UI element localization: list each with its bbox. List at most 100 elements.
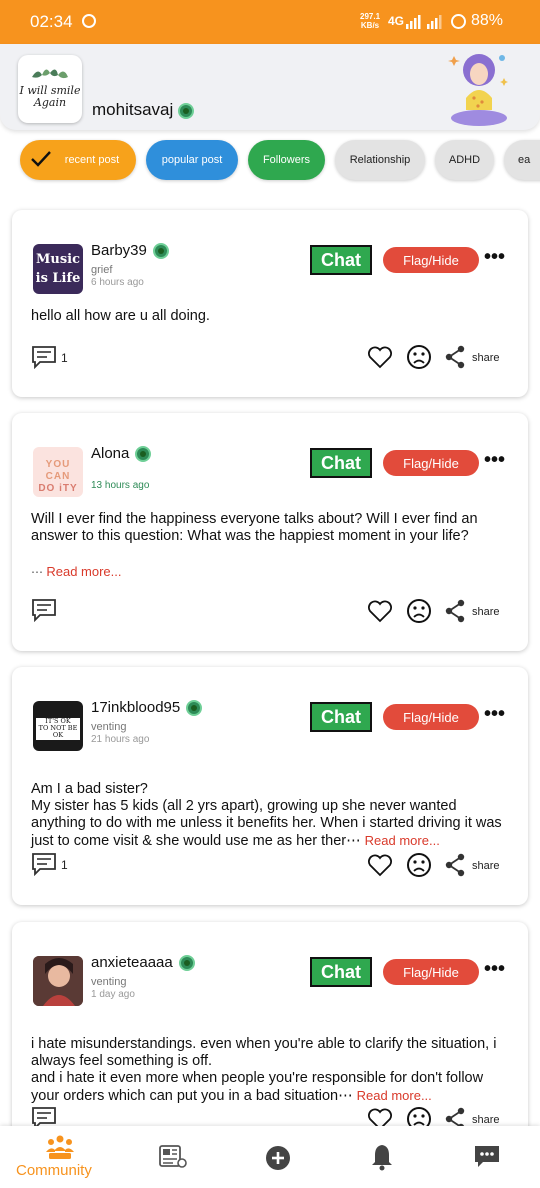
username-text: Barby39 xyxy=(91,242,147,259)
flag-hide-button[interactable]: Flag/Hide xyxy=(383,450,479,476)
chat-button[interactable]: Chat xyxy=(310,957,372,987)
post-card[interactable]: YOU CAN DO iTY Alona 13 hours ago Chat F… xyxy=(12,413,528,651)
post-body[interactable]: Am I a bad sister? My sister has 5 kids … xyxy=(31,764,511,850)
avatar-text-2: is Life xyxy=(35,271,81,286)
share-icon[interactable] xyxy=(444,345,466,369)
logo-text: I will smile Again xyxy=(18,85,82,109)
comment-icon[interactable] xyxy=(31,852,57,876)
post-card[interactable]: anxieteaaaa venting 1 day ago Chat Flag/… xyxy=(12,922,528,1152)
flag-hide-button[interactable]: Flag/Hide xyxy=(383,959,479,985)
username-text: Alona xyxy=(91,445,130,462)
chat-icon xyxy=(475,1146,499,1167)
app-header: I will smile Again mohitsavaj xyxy=(0,44,540,130)
avatar-text-2: TO NOT BE OK xyxy=(38,724,78,739)
network-type: 4G xyxy=(388,14,405,28)
network-speed-unit: KB/s xyxy=(360,21,380,30)
community-icon xyxy=(46,1135,74,1159)
meditation-illustration xyxy=(448,54,508,126)
share-label[interactable]: share xyxy=(472,860,500,872)
tab-recent-post[interactable]: recent post xyxy=(20,140,136,180)
avatar-text-1: YOU CAN xyxy=(45,459,71,482)
avatar[interactable]: IT'S OK TO NOT BE OK xyxy=(33,701,83,751)
sad-face-icon[interactable] xyxy=(406,598,432,624)
post-username[interactable]: Alona xyxy=(91,445,152,463)
tab-relationship[interactable]: Relationship xyxy=(335,140,425,180)
avatar-text-2: DO iTY xyxy=(38,483,78,494)
sad-face-icon[interactable] xyxy=(406,344,432,370)
share-label[interactable]: share xyxy=(472,1114,500,1126)
post-username[interactable]: 17inkblood95 xyxy=(91,699,203,717)
avatar-text-1: Music xyxy=(35,252,80,267)
more-icon[interactable]: ••• xyxy=(484,246,505,269)
chat-button[interactable]: Chat xyxy=(310,702,372,732)
sad-face-icon[interactable] xyxy=(406,852,432,878)
post-time: 21 hours ago xyxy=(91,734,150,745)
post-username[interactable]: anxieteaaaa xyxy=(91,954,195,972)
post-category: venting xyxy=(91,976,127,988)
post-body[interactable]: Will I ever find the happiness everyone … xyxy=(31,511,511,545)
heart-icon[interactable] xyxy=(367,599,393,623)
username-text: anxieteaaaa xyxy=(91,954,173,971)
network-speed-value: 297.1 xyxy=(360,12,381,21)
read-more-link[interactable]: Read more... xyxy=(46,564,121,579)
post-category: grief xyxy=(91,264,113,276)
category-tabs: recent post popular post Followers Relat… xyxy=(0,140,540,182)
nav-messages[interactable] xyxy=(464,1126,510,1188)
post-time: 6 hours ago xyxy=(91,277,144,288)
comment-icon[interactable] xyxy=(31,345,57,369)
avatar[interactable]: YOU CAN DO iTY xyxy=(33,447,83,497)
nav-community[interactable]: Community xyxy=(0,1126,120,1188)
tab-followers[interactable]: Followers xyxy=(248,140,325,180)
post-card[interactable]: Music is Life Barby39 grief 6 hours ago … xyxy=(12,210,528,397)
tab-adhd[interactable]: ADHD xyxy=(435,140,494,180)
flag-hide-button[interactable]: Flag/Hide xyxy=(383,247,479,273)
comment-count: 1 xyxy=(61,351,68,365)
nav-notifications[interactable] xyxy=(360,1126,404,1188)
network-speed: 297.1 KB/s xyxy=(360,12,380,30)
battery-level: 88% xyxy=(471,12,504,29)
username-text: 17inkblood95 xyxy=(91,699,181,716)
more-icon[interactable]: ••• xyxy=(484,958,505,981)
signal-2-icon xyxy=(427,15,442,29)
share-icon[interactable] xyxy=(444,599,466,623)
post-body[interactable]: i hate misunderstandings. even when you'… xyxy=(31,1019,511,1105)
bottom-nav: Community xyxy=(0,1126,540,1188)
share-icon[interactable] xyxy=(444,853,466,877)
nav-add-post[interactable] xyxy=(255,1126,301,1188)
heart-icon[interactable] xyxy=(367,345,393,369)
comment-icon[interactable] xyxy=(31,598,57,622)
tab-label: Followers xyxy=(262,154,311,166)
avatar[interactable]: Music is Life xyxy=(33,244,83,294)
avatar[interactable] xyxy=(33,956,83,1006)
verified-icon xyxy=(178,102,194,119)
battery-icon xyxy=(451,14,466,29)
verified-icon xyxy=(135,446,152,463)
chat-button[interactable]: Chat xyxy=(310,448,372,478)
share-label[interactable]: share xyxy=(472,606,500,618)
read-more-link[interactable]: Read more... xyxy=(365,833,440,848)
nav-news[interactable] xyxy=(150,1126,200,1188)
chat-button[interactable]: Chat xyxy=(310,245,372,275)
flag-hide-button[interactable]: Flag/Hide xyxy=(383,704,479,730)
bell-icon xyxy=(372,1145,392,1171)
app-logo[interactable]: I will smile Again xyxy=(18,55,82,123)
nav-community-label: Community xyxy=(16,1162,92,1179)
tab-popular-post[interactable]: popular post xyxy=(146,140,238,180)
more-icon[interactable]: ••• xyxy=(484,449,505,472)
verified-icon xyxy=(152,243,169,260)
status-time: 02:34 xyxy=(30,12,73,31)
verified-icon xyxy=(178,955,195,972)
more-icon[interactable]: ••• xyxy=(484,703,505,726)
tab-partial[interactable]: ea xyxy=(504,140,540,180)
tab-label: Relationship xyxy=(349,154,411,166)
signal-icon xyxy=(406,15,421,29)
read-more-row[interactable]: ⋯ Read more... xyxy=(31,563,511,581)
post-body[interactable]: hello all how are u all doing. xyxy=(31,308,511,325)
post-username[interactable]: Barby39 xyxy=(91,242,169,260)
heart-icon[interactable] xyxy=(367,853,393,877)
share-label[interactable]: share xyxy=(472,352,500,364)
read-more-link[interactable]: Read more... xyxy=(357,1088,432,1103)
profile-username[interactable]: mohitsavaj xyxy=(92,100,194,120)
post-card[interactable]: IT'S OK TO NOT BE OK 17inkblood95 ventin… xyxy=(12,667,528,905)
news-icon xyxy=(159,1145,187,1168)
